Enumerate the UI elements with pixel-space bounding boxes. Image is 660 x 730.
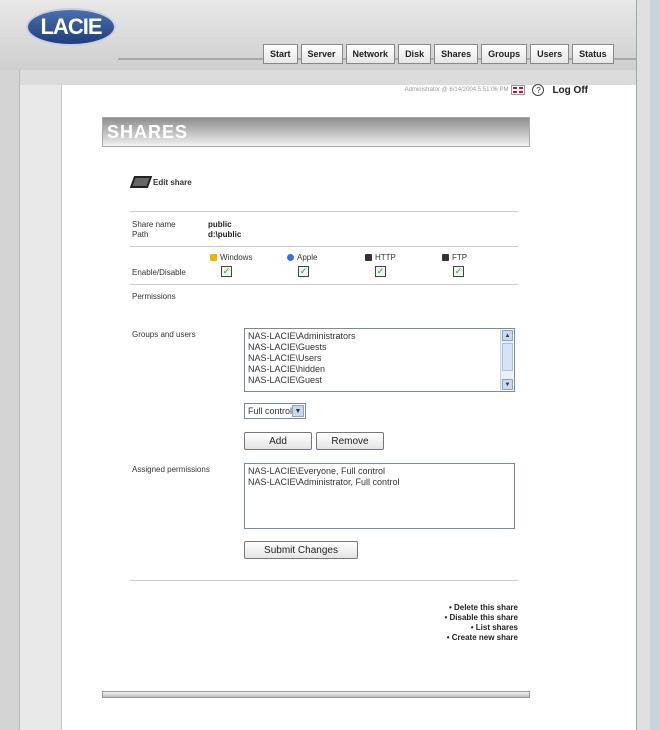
tab-server[interactable]: Server [300, 44, 343, 64]
tab-shares[interactable]: Shares [434, 44, 479, 64]
share-name-value: public [208, 220, 232, 229]
scroll-up-icon[interactable]: ▲ [502, 330, 513, 341]
ftp-checkbox[interactable]: ✓ [453, 266, 464, 277]
service-label: Windows [220, 253, 253, 262]
path-value: d:\public [208, 230, 242, 239]
http-icon [365, 254, 372, 261]
list-item[interactable]: NAS-LACIE\Users [248, 353, 511, 364]
create-share-link[interactable]: • Create new share [300, 633, 518, 643]
edit-icon [129, 176, 153, 188]
tab-status[interactable]: Status [572, 44, 614, 64]
help-icon[interactable]: ? [532, 84, 545, 96]
groups-listbox-scrollbar[interactable]: ▲ ▼ [500, 330, 513, 390]
list-item[interactable]: NAS-LACIE\Guest [248, 375, 511, 386]
divider [130, 211, 518, 212]
lacie-logo: LACIE [26, 8, 116, 46]
submit-changes-button[interactable]: Submit Changes [244, 541, 358, 559]
page-title: SHARES [107, 122, 189, 142]
enable-disable-label: Enable/Disable [132, 268, 186, 277]
permission-level-select[interactable]: Full control ▼ [244, 403, 306, 419]
section-title: Edit share [153, 177, 192, 187]
scroll-down-icon[interactable]: ▼ [502, 379, 513, 390]
list-item[interactable]: NAS-LACIE\Administrator, Full control [248, 477, 511, 488]
service-label: Apple [297, 253, 318, 262]
page-title-banner: SHARES [102, 117, 530, 147]
delete-share-link[interactable]: • Delete this share [300, 603, 518, 613]
logoff-link[interactable]: Log Off [552, 85, 588, 96]
service-label: HTTP [375, 253, 396, 262]
disable-share-link[interactable]: • Disable this share [300, 613, 519, 623]
service-apple: Apple [287, 253, 317, 262]
remove-button[interactable]: Remove [316, 432, 384, 450]
divider [130, 246, 518, 247]
tab-network[interactable]: Network [345, 44, 396, 64]
add-button[interactable]: Add [244, 432, 312, 450]
service-ftp: FTP [442, 253, 467, 262]
assigned-permissions-listbox[interactable]: NAS-LACIE\Everyone, Full control NAS-LAC… [244, 463, 515, 529]
windows-checkbox[interactable]: ✓ [221, 266, 232, 277]
windows-icon [210, 254, 217, 261]
user-info-text: Administrator @ 6/14/2004 5:51:06 PM [404, 87, 509, 93]
assigned-permissions-label: Assigned permissions [132, 465, 210, 474]
list-item[interactable]: NAS-LACIE\Administrators [248, 331, 511, 342]
left-margin-band [20, 85, 62, 730]
service-windows: Windows [210, 253, 252, 262]
tab-start[interactable]: Start [263, 44, 298, 64]
permission-level-value: Full control [248, 406, 293, 416]
footer-bar [102, 691, 530, 698]
path-label: Path [132, 230, 149, 239]
groups-users-label: Groups and users [132, 330, 196, 339]
window-scrollbar[interactable] [650, 0, 660, 730]
groups-users-listbox[interactable]: NAS-LACIE\Administrators NAS-LACIE\Guest… [244, 328, 515, 392]
divider [130, 580, 518, 581]
share-name-label: Share name [132, 220, 176, 229]
edit-share-heading: Edit share [129, 176, 192, 188]
service-http: HTTP [365, 253, 396, 262]
tab-disk[interactable]: Disk [398, 44, 432, 64]
scroll-thumb[interactable] [502, 343, 513, 371]
list-shares-link[interactable]: • List shares [300, 623, 518, 633]
ftp-icon [442, 254, 449, 261]
permissions-heading: Permissions [132, 292, 176, 301]
share-actions: • Delete this share • Disable this share… [300, 603, 519, 643]
main-nav-tabs: Start Server Network Disk Shares Groups … [263, 44, 614, 64]
list-item[interactable]: NAS-LACIE\Everyone, Full control [248, 466, 511, 477]
service-label: FTP [452, 253, 468, 262]
list-item[interactable]: NAS-LACIE\Guests [248, 342, 511, 353]
http-checkbox[interactable]: ✓ [375, 266, 386, 277]
tab-users[interactable]: Users [530, 44, 570, 64]
tab-groups[interactable]: Groups [481, 44, 528, 64]
left-frame-strip [0, 70, 20, 730]
divider [130, 284, 518, 285]
uk-flag-icon[interactable] [511, 85, 526, 95]
chevron-down-icon[interactable]: ▼ [292, 405, 304, 417]
user-bar: Administrator @ 6/14/2004 5:51:06 PM ? L… [310, 82, 636, 98]
apple-checkbox[interactable]: ✓ [298, 266, 309, 277]
apple-icon [287, 254, 294, 261]
list-item[interactable]: NAS-LACIE\hidden [248, 364, 511, 375]
